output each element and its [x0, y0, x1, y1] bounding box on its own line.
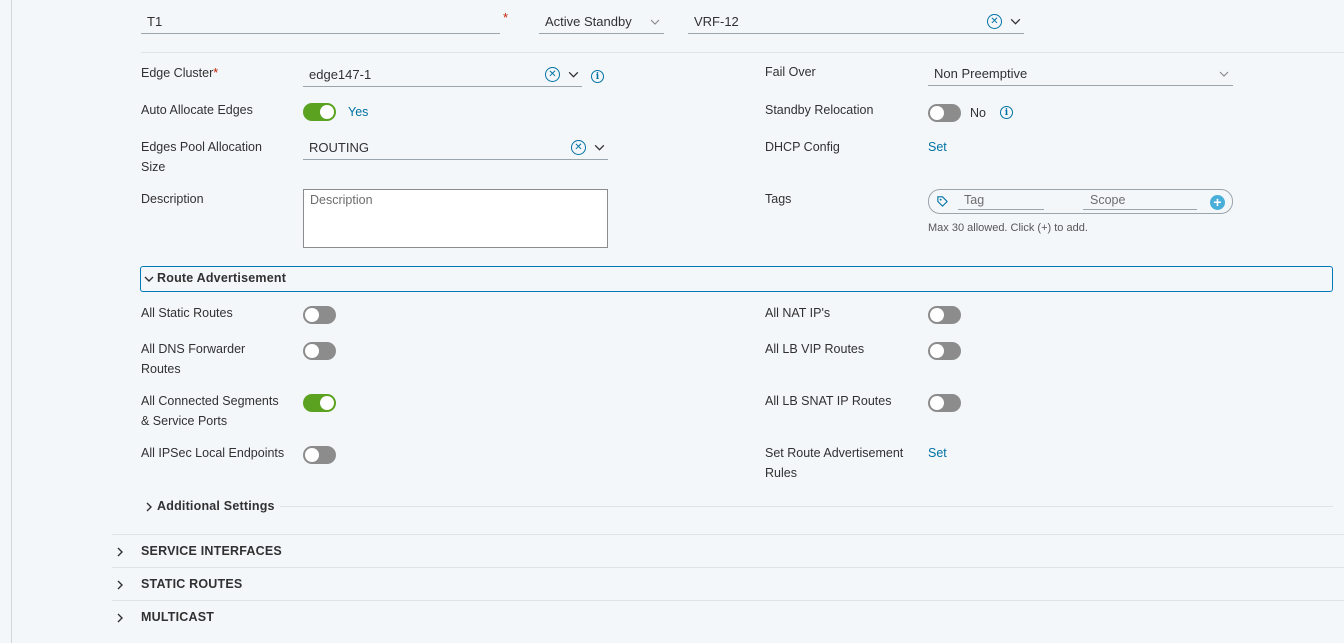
- standby-relocation-state: No: [970, 106, 986, 120]
- auto-allocate-toggle[interactable]: [303, 103, 336, 121]
- chevron-down-icon[interactable]: [566, 68, 580, 82]
- chevron-right-icon[interactable]: [114, 579, 126, 591]
- connected-segments-toggle[interactable]: [303, 394, 336, 412]
- nat-ips-label: All NAT IP's: [765, 306, 831, 320]
- lb-vip-routes-toggle[interactable]: [928, 342, 961, 360]
- chevron-down-icon[interactable]: [143, 273, 155, 285]
- clear-icon[interactable]: ✕: [571, 140, 586, 155]
- clear-icon[interactable]: ✕: [987, 14, 1002, 29]
- lb-vip-routes-label: All LB VIP Routes: [765, 342, 865, 356]
- divider: [112, 567, 1344, 568]
- nat-ips-toggle[interactable]: [928, 306, 961, 324]
- ipsec-endpoints-toggle[interactable]: [303, 446, 336, 464]
- tag-icon: [936, 195, 949, 208]
- clear-icon[interactable]: ✕: [545, 67, 560, 82]
- vrf-value: VRF-12: [694, 14, 739, 29]
- auto-allocate-state: Yes: [348, 105, 369, 119]
- dns-forwarder-label-line1: All DNS Forwarder: [141, 342, 246, 356]
- left-border: [11, 0, 12, 643]
- route-advertisement-header[interactable]: [140, 266, 1333, 292]
- divider: [112, 534, 1344, 535]
- add-tag-icon[interactable]: +: [1210, 195, 1225, 210]
- chevron-right-icon[interactable]: [143, 501, 155, 513]
- failover-label: Fail Over: [765, 65, 816, 79]
- pool-size-label-line2: Size: [141, 160, 166, 174]
- chevron-right-icon[interactable]: [114, 612, 126, 624]
- tag-input[interactable]: Tag: [958, 192, 1044, 210]
- service-interfaces-section[interactable]: SERVICE INTERFACES: [141, 544, 282, 558]
- static-routes-section[interactable]: STATIC ROUTES: [141, 577, 242, 591]
- failover-select[interactable]: Non Preemptive: [928, 62, 1233, 86]
- edge-cluster-select[interactable]: edge147-1 ✕: [303, 63, 582, 87]
- edge-cluster-value: edge147-1: [309, 67, 372, 82]
- ha-mode-value: Active Standby: [545, 14, 632, 29]
- auto-allocate-label: Auto Allocate Edges: [141, 103, 253, 117]
- chevron-down-icon[interactable]: [1008, 15, 1022, 29]
- chevron-right-icon[interactable]: [114, 546, 126, 558]
- vrf-select[interactable]: VRF-12 ✕: [688, 10, 1024, 34]
- ha-mode-select[interactable]: Active Standby: [539, 10, 664, 34]
- lb-snat-routes-toggle[interactable]: [928, 394, 961, 412]
- dns-forwarder-label-line2: Routes: [141, 362, 181, 376]
- static-routes-label: All Static Routes: [141, 306, 233, 320]
- dhcp-config-label: DHCP Config: [765, 140, 840, 154]
- route-adv-rules-set-link[interactable]: Set: [928, 443, 947, 463]
- description-textarea[interactable]: Description: [303, 189, 608, 248]
- edge-cluster-label: Edge Cluster*: [141, 66, 219, 80]
- connected-segments-label-line2: & Service Ports: [141, 414, 228, 428]
- divider: [280, 506, 1333, 507]
- additional-settings-toggle[interactable]: Additional Settings: [157, 499, 275, 513]
- dhcp-set-link[interactable]: Set: [928, 137, 947, 157]
- pool-size-label-line1: Edges Pool Allocation: [141, 140, 262, 154]
- description-label: Description: [141, 192, 204, 206]
- route-advertisement-title: Route Advertisement: [157, 271, 287, 285]
- pool-size-value: ROUTING: [309, 140, 369, 155]
- static-routes-toggle[interactable]: [303, 306, 336, 324]
- info-icon[interactable]: i: [591, 70, 604, 83]
- connected-segments-label-line1: All Connected Segments: [141, 394, 279, 408]
- dns-forwarder-toggle[interactable]: [303, 342, 336, 360]
- chevron-down-icon: [1217, 67, 1231, 81]
- tags-label: Tags: [765, 192, 792, 206]
- info-icon[interactable]: i: [1000, 106, 1013, 119]
- chevron-down-icon[interactable]: [592, 141, 606, 155]
- tags-input-box: Tag Scope +: [928, 189, 1233, 214]
- divider: [112, 600, 1344, 601]
- route-adv-rules-label-line2: Rules: [765, 466, 797, 480]
- tier1-name-value: T1: [147, 14, 163, 29]
- lb-snat-routes-label: All LB SNAT IP Routes: [765, 394, 892, 408]
- failover-value: Non Preemptive: [934, 66, 1028, 81]
- chevron-down-icon: [648, 15, 662, 29]
- divider: [141, 52, 1344, 53]
- required-marker: *: [503, 10, 509, 25]
- tags-hint: Max 30 allowed. Click (+) to add.: [928, 222, 1088, 234]
- pool-size-select[interactable]: ROUTING ✕: [303, 136, 608, 160]
- tier1-name-input[interactable]: T1: [141, 10, 500, 34]
- standby-relocation-toggle[interactable]: [928, 104, 961, 122]
- route-adv-rules-label-line1: Set Route Advertisement: [765, 446, 904, 460]
- standby-relocation-label: Standby Relocation: [765, 103, 874, 117]
- multicast-section[interactable]: MULTICAST: [141, 610, 214, 624]
- scope-input[interactable]: Scope: [1083, 192, 1197, 210]
- ipsec-endpoints-label: All IPSec Local Endpoints: [141, 446, 285, 460]
